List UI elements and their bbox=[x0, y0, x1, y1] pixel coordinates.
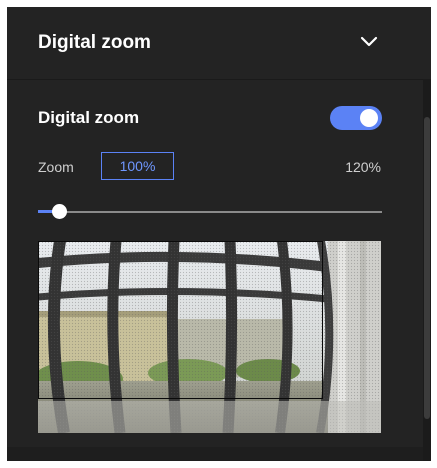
slider-thumb[interactable] bbox=[52, 204, 67, 219]
zoom-max-label: 120% bbox=[345, 159, 381, 175]
scrollbar[interactable] bbox=[423, 79, 431, 461]
slider-track bbox=[38, 211, 382, 213]
chevron-down-icon[interactable] bbox=[360, 36, 378, 48]
zoom-value-field[interactable]: 100% bbox=[101, 152, 174, 180]
camera-preview bbox=[38, 241, 381, 433]
digital-zoom-toggle[interactable] bbox=[330, 106, 382, 130]
digital-zoom-label: Digital zoom bbox=[38, 108, 140, 127]
zoom-label: Zoom bbox=[38, 159, 74, 175]
toggle-knob bbox=[360, 109, 378, 127]
panel-header[interactable]: Digital zoom bbox=[7, 7, 431, 80]
zoom-slider[interactable] bbox=[38, 204, 382, 220]
panel-footer bbox=[7, 447, 423, 461]
zoom-region-box[interactable] bbox=[38, 241, 323, 399]
digital-zoom-panel: Digital zoom Digital zoom Zoom 100% 120% bbox=[7, 7, 431, 461]
scrollbar-thumb[interactable] bbox=[424, 117, 430, 419]
panel-title: Digital zoom bbox=[38, 32, 151, 53]
